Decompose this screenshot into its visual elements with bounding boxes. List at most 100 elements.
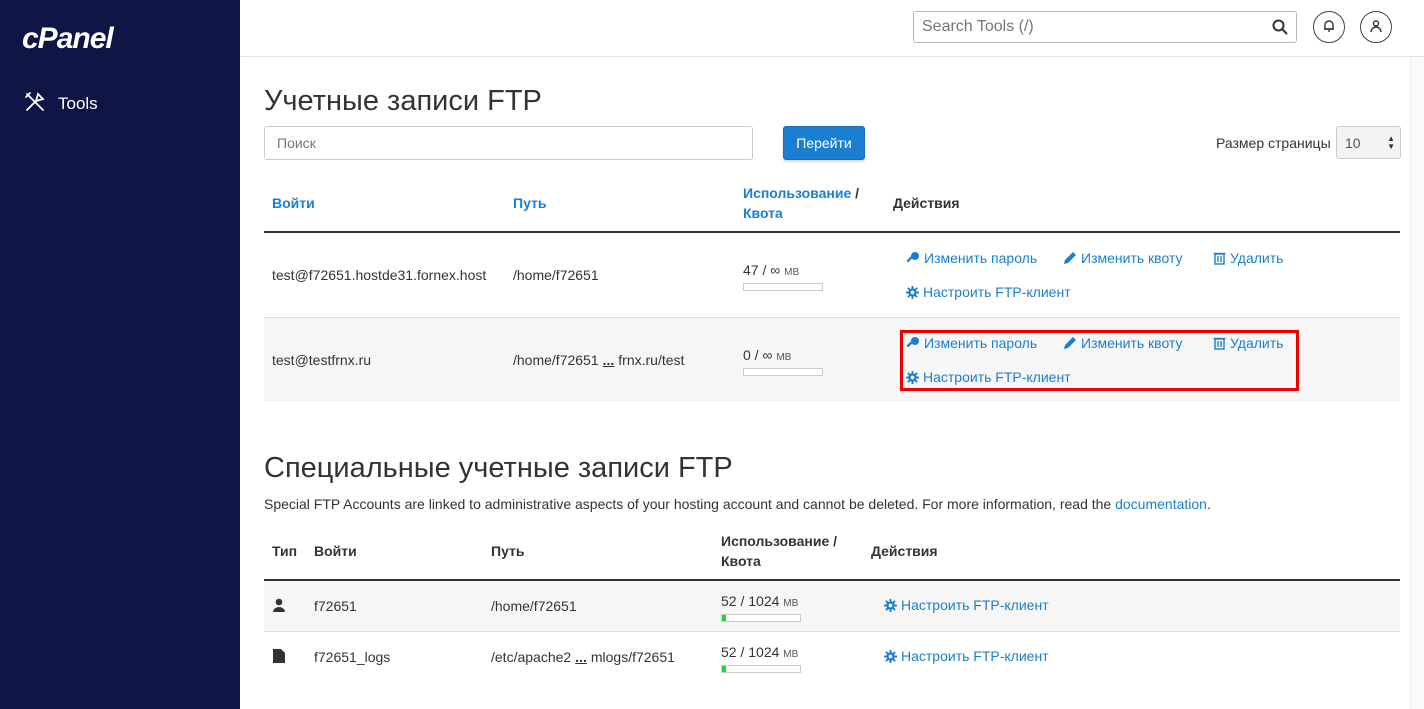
path-end: mlogs/f72651 [590,649,675,665]
configure-ftp-client-link[interactable]: Настроить FTP-клиент [884,648,1049,664]
trash-icon [1213,251,1226,265]
special-section-title: Специальные учетные записи FTP [264,452,733,484]
row-path: /home/f72651 [513,267,599,283]
user-menu-button[interactable] [1360,11,1392,43]
header-quota: Квота [721,553,761,569]
path-start: /home/f72651 [513,352,599,368]
path-start: /etc/apache2 [491,649,572,665]
usage-bar [743,368,823,376]
change-quota-link[interactable]: Изменить квоту [1063,250,1183,266]
header-path: Путь [491,543,525,559]
usage-unit: MB [776,352,792,363]
bell-icon [1322,19,1336,36]
path-expand-button[interactable]: ... [575,649,587,665]
delete-link[interactable]: Удалить [1213,250,1283,266]
top-bar [240,0,1424,57]
sidebar-item-label: Tools [58,94,98,113]
table-row: f72651 /home/f72651 52 / 1024 MB Настрои… [264,581,1400,632]
usage-value: 47 / ∞ [743,262,781,278]
table-row: test@f72651.hostde31.fornex.host /home/f… [264,233,1400,318]
pencil-icon [1063,251,1077,265]
change-quota-link[interactable]: Изменить квоту [1063,335,1183,351]
cpanel-logo[interactable]: cPanel [22,22,114,56]
change-password-label: Изменить пароль [924,250,1038,266]
gear-icon [906,285,919,299]
usage-bar [721,665,801,673]
key-icon [906,251,920,265]
header-usage[interactable]: Использование [743,185,851,201]
header-type: Тип [272,543,298,559]
page-size-label: Размер страницы [1216,135,1331,151]
select-arrows-icon: ▲ ▼ [1387,134,1395,151]
header-usage-quota: Использование / Квота [743,183,859,223]
path-expand-button[interactable]: ... [603,352,615,368]
usage-unit: MB [783,598,799,609]
search-tools [913,11,1297,43]
header-quota[interactable]: Квота [743,205,783,221]
usage-bar [721,614,801,622]
usage-bar-fill [722,615,726,621]
usage-unit: MB [783,649,799,660]
usage-unit: MB [784,267,800,278]
file-icon [273,649,285,666]
row-login: f72651_logs [314,649,391,665]
main-content: Учетные записи FTP Перейти Размер страни… [240,57,1424,709]
row-usage: 52 / 1024 MB [721,644,798,660]
row-usage: 0 / ∞ MB [743,347,791,363]
user-icon [272,598,286,615]
gear-icon [884,598,897,612]
go-button[interactable]: Перейти [783,126,865,160]
change-password-link[interactable]: Изменить пароль [906,250,1037,266]
page-title: Учетные записи FTP [264,85,542,117]
row-usage: 52 / 1024 MB [721,593,798,609]
page-size-select[interactable]: 10 ▲ ▼ [1336,126,1401,159]
usage-value: 52 / 1024 [721,644,780,660]
header-usage-quota: Использование / Квота [721,531,837,571]
description-end: . [1206,496,1211,512]
configure-label: Настроить FTP-клиент [901,648,1049,664]
delete-label: Удалить [1230,250,1284,266]
header-path[interactable]: Путь [513,193,546,213]
configure-label: Настроить FTP-клиент [923,284,1071,300]
scrollbar[interactable] [1410,57,1424,709]
documentation-link[interactable]: documentation [1115,496,1207,512]
table-row: test@testfrnx.ru /home/f72651... frnx.ru/… [264,318,1400,402]
row-path: /home/f72651 [491,598,577,614]
change-password-link[interactable]: Изменить пароль [906,335,1037,351]
notifications-button[interactable] [1313,11,1345,43]
table-row: f72651_logs /etc/apache2... mlogs/f72651 … [264,632,1400,683]
header-actions: Действия [871,543,938,559]
header-login: Войти [314,543,357,559]
search-tools-input[interactable] [914,12,1254,42]
configure-ftp-client-link[interactable]: Настроить FTP-клиент [884,597,1049,613]
usage-value: 0 / ∞ [743,347,773,363]
change-password-label: Изменить пароль [924,335,1038,351]
change-quota-label: Изменить квоту [1081,250,1183,266]
search-input[interactable] [264,126,753,160]
search-icon[interactable] [1272,19,1288,38]
description-text: Special FTP Accounts are linked to admin… [264,496,1116,512]
sidebar-item-tools[interactable]: Tools [24,90,98,118]
pencil-icon [1063,336,1077,350]
header-actions: Действия [893,195,960,211]
delete-label: Удалить [1230,335,1284,351]
usage-value: 52 / 1024 [721,593,780,609]
usage-bar-fill [722,666,726,672]
row-usage: 47 / ∞ MB [743,262,799,278]
usage-bar [743,283,823,291]
special-section-description: Special FTP Accounts are linked to admin… [264,496,1211,512]
key-icon [906,336,920,350]
gear-icon [906,370,919,384]
page-size-value: 10 [1345,134,1361,151]
configure-ftp-client-link[interactable]: Настроить FTP-клиент [906,284,1071,300]
header-login[interactable]: Войти [272,193,315,213]
delete-link[interactable]: Удалить [1213,335,1283,351]
sidebar: cPanel Tools [0,0,240,709]
gear-icon [884,649,897,663]
trash-icon [1213,336,1226,350]
header-usage: Использование / [721,533,838,549]
row-path: /etc/apache2... mlogs/f72651 [491,649,675,665]
configure-ftp-client-link[interactable]: Настроить FTP-клиент [906,369,1071,385]
user-icon [1369,19,1383,36]
header-slash: / [855,185,860,201]
